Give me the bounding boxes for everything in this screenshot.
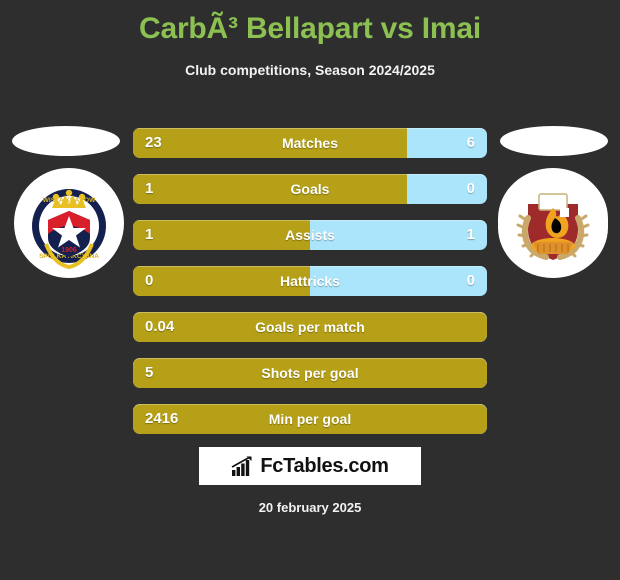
stat-label: Matches: [281, 135, 339, 151]
stat-row-shots-per-goal: 5 Shots per goal: [133, 358, 487, 388]
stat-row-assists: 1 Assists 1: [133, 220, 487, 250]
stat-row-hattricks: 0 Hattricks 0: [133, 266, 487, 296]
stat-label: Shots per goal: [261, 365, 359, 381]
stat-row-min-per-goal: 2416 Min per goal: [133, 404, 487, 434]
stat-label: Goals per match: [255, 319, 365, 335]
svg-text:WISLA KRAKOW: WISLA KRAKOW: [43, 197, 96, 204]
home-team-crest: WISLA KRAKOW SPOLKA AKCYJNA 1906: [14, 168, 124, 278]
stats-list: 23 Matches 6 1 Goals 0 1 Assists 1 0 Hat…: [133, 128, 487, 450]
decorative-ellipse-left: [12, 126, 120, 156]
page-title: CarbÃ³ Bellapart vs Imai: [139, 12, 481, 45]
stat-label: Goals: [290, 181, 330, 197]
stat-label: Min per goal: [268, 411, 352, 427]
stat-row-matches: 23 Matches 6: [133, 128, 487, 158]
stat-row-goals: 1 Goals 0: [133, 174, 487, 204]
brand-text: FcTables.com: [260, 454, 389, 477]
stat-away-value: 0: [466, 272, 475, 289]
stat-row-goals-per-match: 0.04 Goals per match: [133, 312, 487, 342]
wisla-krakow-crest-icon: WISLA KRAKOW SPOLKA AKCYJNA 1906: [29, 183, 109, 270]
stat-away-value: 6: [466, 134, 475, 151]
stat-label: Hattricks: [280, 273, 340, 289]
stat-away-value: 0: [466, 180, 475, 197]
away-team-crest: [498, 168, 608, 278]
flame-laurel-crest-icon: [516, 193, 590, 260]
decorative-ellipse-right: [500, 126, 608, 156]
svg-text:1906: 1906: [61, 247, 77, 254]
stat-away-value: 1: [466, 226, 475, 243]
bar-chart-icon: [231, 456, 252, 476]
stat-label: Assists: [285, 227, 335, 243]
fctables-brand-logo[interactable]: FcTables.com: [199, 447, 421, 485]
page-subtitle: Club competitions, Season 2024/2025: [185, 62, 435, 78]
footer-date: 20 february 2025: [258, 500, 362, 515]
